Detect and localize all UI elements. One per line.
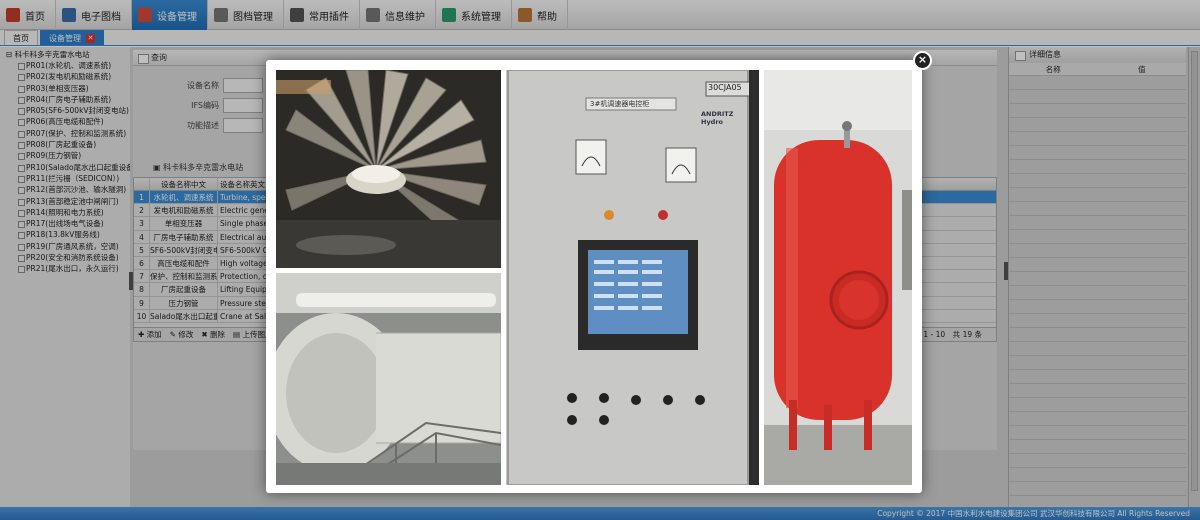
cabinet-title-text: 3#机调速器电控柜 [590,100,650,108]
image-lightbox: 3#机调速器电控柜 30CJA05 ANDRITZ Hydro [266,60,922,493]
turbine-runner-image [276,70,501,268]
photo-pressure-tank[interactable] [764,70,912,485]
close-lightbox-button[interactable]: × [913,51,932,70]
photo-generator-housing[interactable] [276,273,501,485]
generator-housing-image [276,273,501,485]
cabinet-brand-text: ANDRITZ Hydro [701,110,734,126]
close-icon: × [917,53,928,66]
cabinet-tag-text: 30CJA05 [708,83,742,92]
governor-cabinet-image [506,70,759,485]
photo-turbine-runner[interactable] [276,70,501,268]
photo-governor-cabinet[interactable]: 3#机调速器电控柜 30CJA05 ANDRITZ Hydro [506,70,759,485]
pressure-tank-image [764,70,912,485]
